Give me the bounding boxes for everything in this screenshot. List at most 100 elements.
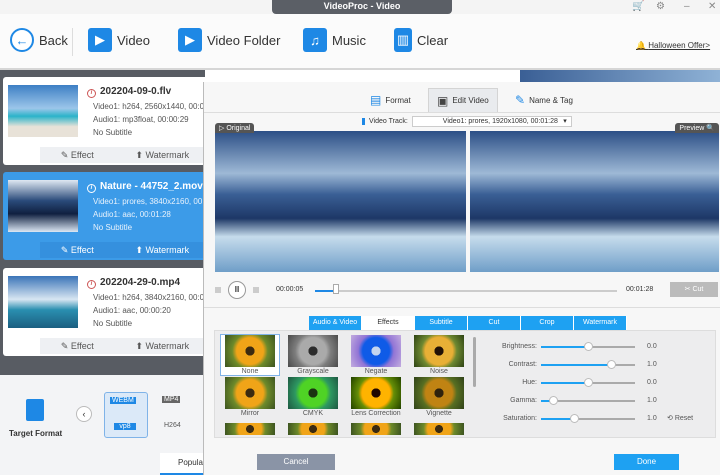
subtab-audio-video[interactable]: Audio & Video bbox=[309, 316, 362, 330]
info-icon[interactable]: i bbox=[87, 89, 96, 98]
info-icon[interactable]: i bbox=[87, 280, 96, 289]
video-track-row: Video Track: Video1: prores, 1920x1080, … bbox=[362, 116, 572, 127]
slider-knob[interactable] bbox=[569, 413, 579, 423]
effect-label: CMYK bbox=[302, 410, 324, 417]
slider-label: Hue: bbox=[522, 379, 537, 386]
subtab-subtitle[interactable]: Subtitle bbox=[415, 316, 468, 330]
slider-track[interactable] bbox=[541, 377, 635, 387]
effect-button[interactable]: ✎ Effect bbox=[61, 341, 94, 352]
format-codec: vp8 bbox=[114, 423, 136, 430]
slider-track[interactable] bbox=[541, 359, 635, 369]
effect-mirror[interactable]: Mirror bbox=[221, 377, 279, 417]
cut-button[interactable]: ✂ Cut bbox=[670, 282, 718, 297]
slider-knob[interactable] bbox=[549, 395, 559, 405]
effect-button[interactable]: ✎ Effect bbox=[61, 150, 94, 161]
file-card[interactable]: i 202204-09-0.flv Video1: h264, 2560x1440… bbox=[3, 77, 220, 165]
effect-lens-correction[interactable]: Lens Correction bbox=[347, 377, 405, 417]
slider-value: 1.0 bbox=[647, 415, 657, 422]
watermark-button[interactable]: ⬆ Watermark bbox=[135, 245, 189, 256]
chevron-down-icon: ▾ bbox=[563, 118, 567, 125]
reset-button[interactable]: ⟲ Reset bbox=[667, 414, 693, 422]
file-name: Nature - 44752_2.mov bbox=[100, 181, 203, 192]
slider-label: Contrast: bbox=[508, 361, 537, 368]
file-card-selected[interactable]: i Nature - 44752_2.mov Video1: prores, 38… bbox=[3, 172, 225, 260]
subtab-effects[interactable]: Effects bbox=[362, 316, 415, 330]
slider-contrast[interactable]: Contrast: 1.0 bbox=[485, 359, 657, 369]
popular-tab[interactable]: Popula bbox=[160, 453, 205, 475]
effect-thumbnail bbox=[225, 335, 275, 367]
slider-knob[interactable] bbox=[584, 377, 593, 387]
effect-cmyk[interactable]: CMYK bbox=[284, 377, 342, 417]
music-add-icon: ♫ bbox=[303, 28, 327, 52]
format-tag: WEBM bbox=[110, 397, 136, 404]
tab-format[interactable]: ▤ Format bbox=[362, 88, 419, 112]
slider-track[interactable] bbox=[541, 395, 635, 405]
video-track-select[interactable]: Video1: prores, 1920x1080, 00:01:28 ▾ bbox=[411, 116, 572, 127]
slider-value: 0.0 bbox=[647, 379, 657, 386]
slider-saturation[interactable]: Saturation: 1.0 bbox=[485, 413, 657, 423]
scroll-left-button[interactable]: ‹ bbox=[76, 406, 92, 422]
effect-thumbnail bbox=[288, 377, 338, 409]
effect-label: Grayscale bbox=[297, 368, 329, 375]
effect-button[interactable]: ✎ Effect bbox=[61, 245, 94, 256]
audio-info: Audio1: mp3float, 00:00:29 bbox=[93, 115, 189, 124]
watermark-button[interactable]: ⬆ Watermark bbox=[135, 341, 189, 352]
format-mp4[interactable]: MP4 H264 bbox=[160, 392, 196, 438]
file-name: 202204-09-0.flv bbox=[100, 86, 172, 97]
clear-label: Clear bbox=[417, 32, 449, 48]
watermark-button[interactable]: ⬆ Watermark bbox=[135, 150, 189, 161]
preview-label[interactable]: Preview 🔍 bbox=[675, 123, 719, 133]
add-video-button[interactable]: ▶ Video bbox=[88, 28, 150, 52]
halloween-offer-link[interactable]: 🔔 Halloween Offer> bbox=[636, 41, 710, 50]
done-button[interactable]: Done bbox=[614, 454, 679, 470]
subtab-crop[interactable]: Crop bbox=[521, 316, 574, 330]
video-track-label: Video Track: bbox=[369, 118, 408, 125]
effect-thumbnail[interactable] bbox=[225, 423, 275, 435]
format-webm[interactable]: WEBM vp8 bbox=[104, 392, 148, 438]
slider-track[interactable] bbox=[541, 341, 635, 351]
slider-label: Brightness: bbox=[501, 343, 537, 350]
effect-thumbnail[interactable] bbox=[288, 423, 338, 435]
gear-icon[interactable]: ⚙ bbox=[656, 1, 665, 12]
timeline-slider[interactable] bbox=[315, 284, 617, 294]
add-video-folder-button[interactable]: ▶ Video Folder bbox=[178, 28, 280, 52]
minimize-button[interactable]: – bbox=[684, 1, 690, 12]
slider-knob[interactable] bbox=[584, 341, 593, 351]
slider-track[interactable] bbox=[541, 413, 635, 423]
effect-label: Mirror bbox=[240, 410, 260, 417]
effect-grayscale[interactable]: Grayscale bbox=[284, 335, 342, 375]
track-marker bbox=[362, 118, 365, 125]
slider-gamma[interactable]: Gamma: 1.0 bbox=[485, 395, 657, 405]
current-time: 00:00:05 bbox=[276, 286, 304, 293]
slider-brightness[interactable]: Brightness: 0.0 bbox=[485, 341, 657, 351]
bell-icon: 🔔 bbox=[636, 41, 646, 50]
info-icon[interactable]: i bbox=[87, 184, 96, 193]
cancel-button[interactable]: Cancel bbox=[257, 454, 335, 470]
subtab-cut[interactable]: Cut bbox=[468, 316, 521, 330]
slider-label: Saturation: bbox=[503, 415, 537, 422]
add-music-button[interactable]: ♫ Music bbox=[303, 28, 366, 52]
prev-frame-button[interactable] bbox=[215, 287, 221, 293]
target-format-icon[interactable] bbox=[26, 399, 44, 421]
close-button[interactable]: ✕ bbox=[708, 1, 716, 12]
clear-button[interactable]: ▥ Clear bbox=[394, 28, 448, 52]
back-arrow-icon: ← bbox=[10, 28, 34, 52]
video-info: Video1: h264, 2560x1440, 00:00:29 bbox=[93, 102, 220, 111]
original-preview: ▷ Original bbox=[215, 123, 466, 272]
slider-knob[interactable] bbox=[606, 359, 616, 369]
cart-icon[interactable]: 🛒 bbox=[632, 1, 644, 12]
file-card[interactable]: i 202204-29-0.mp4 Video1: h264, 3840x2160… bbox=[3, 268, 220, 356]
effect-none[interactable]: None bbox=[220, 334, 280, 376]
back-button[interactable]: ← Back bbox=[10, 28, 68, 52]
tab-edit-video[interactable]: ▣ Edit Video bbox=[428, 88, 498, 112]
next-frame-button[interactable] bbox=[253, 287, 259, 293]
slider-hue[interactable]: Hue: 0.0 bbox=[485, 377, 657, 387]
file-name: 202204-29-0.mp4 bbox=[100, 277, 181, 288]
effect-thumbnail[interactable] bbox=[351, 423, 401, 435]
total-time: 00:01:28 bbox=[626, 286, 654, 293]
video-thumbnail bbox=[8, 85, 78, 137]
effect-negate[interactable]: Negate bbox=[347, 335, 405, 375]
pause-button[interactable]: II bbox=[228, 281, 246, 299]
subtab-watermark[interactable]: Watermark bbox=[574, 316, 627, 330]
tab-name-tag[interactable]: ✎ Name & Tag bbox=[507, 88, 581, 112]
